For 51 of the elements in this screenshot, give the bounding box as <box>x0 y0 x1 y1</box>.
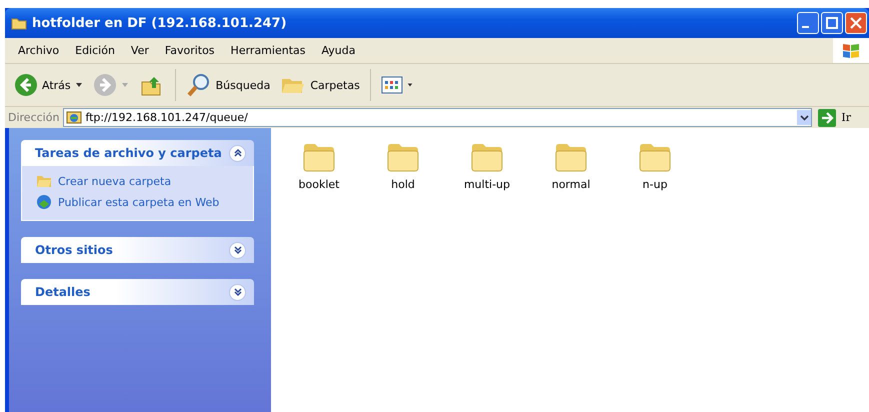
menu-item[interactable]: Edición <box>67 44 123 57</box>
caret-icon <box>406 82 413 88</box>
window-title: hotfolder en DF (192.168.101.247) <box>32 16 288 30</box>
folder-name[interactable]: normal <box>552 178 590 191</box>
folder-icon[interactable] <box>386 142 420 172</box>
search-button[interactable]: Búsqueda <box>182 70 274 100</box>
folder-name[interactable]: hold <box>391 178 415 191</box>
expand-icon[interactable] <box>229 284 246 300</box>
panel-header[interactable]: Otros sitios <box>21 237 254 263</box>
chevron-icon <box>232 148 242 158</box>
address-label: Dirección <box>8 111 60 124</box>
collapse-icon[interactable] <box>229 144 246 162</box>
folders-button[interactable]: Carpetas <box>277 71 363 99</box>
folder-name[interactable]: multi-up <box>464 178 510 191</box>
caret-icon <box>74 82 83 88</box>
chevron-icon <box>232 287 242 297</box>
globe-icon <box>36 194 52 210</box>
expand-icon[interactable] <box>229 242 246 258</box>
folder-icon[interactable] <box>638 142 672 172</box>
close-icon <box>850 17 862 29</box>
close-button[interactable] <box>845 12 867 34</box>
back-button[interactable]: Atrás <box>11 71 86 99</box>
network-folder-icon <box>66 110 82 126</box>
address-field[interactable]: ftp://192.168.101.247/queue/ <box>63 108 812 127</box>
maximize-icon <box>826 17 838 29</box>
menu-item[interactable]: Ayuda <box>313 44 364 57</box>
panel-header[interactable]: Tareas de archivo y carpeta <box>21 140 254 166</box>
folder-icon[interactable] <box>554 142 588 172</box>
task-link[interactable]: Publicar esta carpeta en Web <box>58 196 220 208</box>
menu-item[interactable]: Herramientas <box>222 44 314 57</box>
search-icon <box>186 72 212 98</box>
views-icon <box>380 76 403 94</box>
dropdown-button[interactable] <box>797 110 812 125</box>
go-button[interactable]: Ir <box>816 108 865 126</box>
minimize-icon <box>802 26 809 28</box>
task-link[interactable]: Crear nueva carpeta <box>58 174 172 188</box>
minimize-button[interactable] <box>797 12 819 34</box>
menu-item[interactable]: Archivo <box>10 44 68 57</box>
maximize-button[interactable] <box>821 12 843 34</box>
chevron-icon <box>232 245 242 255</box>
menu-item[interactable]: Ver <box>122 44 157 57</box>
folder-name[interactable]: n-up <box>642 178 668 191</box>
folder-icon[interactable] <box>302 142 336 172</box>
folder-icon <box>36 174 52 188</box>
caret-icon <box>800 114 809 120</box>
windows-logo <box>833 38 869 63</box>
menu-item[interactable]: Favoritos <box>156 44 223 57</box>
folder-icon[interactable] <box>470 142 504 172</box>
folder-name[interactable]: booklet <box>298 178 340 191</box>
panel-header[interactable]: Detalles <box>21 279 254 305</box>
caret-icon <box>120 82 129 88</box>
